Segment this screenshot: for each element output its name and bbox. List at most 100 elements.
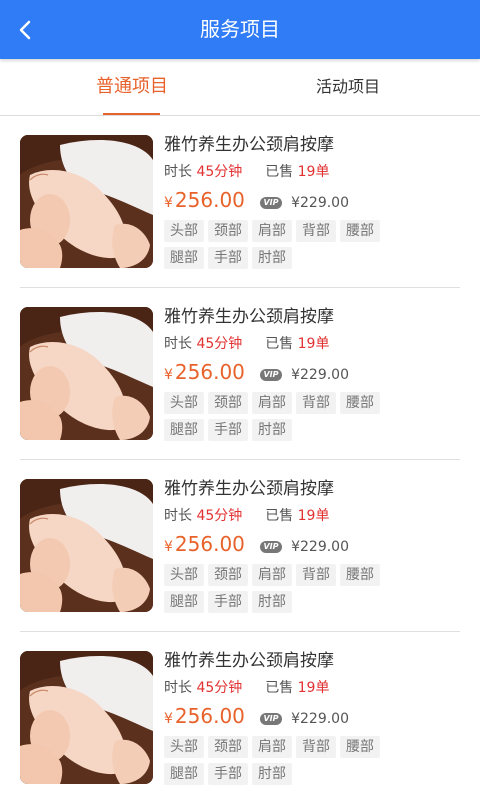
body-part-tag: 手部 bbox=[208, 763, 248, 785]
service-name: 雅竹养生办公颈肩按摩 bbox=[164, 135, 334, 155]
service-meta: 时长 45分钟 已售 19单 bbox=[164, 676, 460, 700]
service-card[interactable]: 雅竹养生办公颈肩按摩 时长 45分钟 已售 19单 ¥256.00 VIP ¥2… bbox=[20, 116, 460, 288]
service-info: 雅竹养生办公颈肩按摩 时长 45分钟 已售 19单 ¥256.00 VIP ¥2… bbox=[164, 304, 460, 446]
sold-count: 19单 bbox=[297, 164, 330, 180]
price-row: ¥256.00 VIP ¥229.00 bbox=[164, 186, 460, 214]
body-part-tags: 头部 颈部 肩部 背部 腰部腿部 手部 肘部 bbox=[164, 736, 424, 790]
body-part-tag: 颈部 bbox=[208, 736, 248, 758]
service-card[interactable]: 雅竹养生办公颈肩按摩 时长 45分钟 已售 19单 ¥256.00 VIP ¥2… bbox=[20, 288, 460, 460]
service-name: 雅竹养生办公颈肩按摩 bbox=[164, 479, 334, 499]
body-part-tag: 肩部 bbox=[252, 392, 292, 414]
duration-label: 时长 bbox=[164, 680, 192, 696]
body-part-tag: 背部 bbox=[296, 220, 336, 242]
service-meta: 时长 45分钟 已售 19单 bbox=[164, 332, 460, 356]
vip-price: ¥229.00 bbox=[291, 538, 349, 555]
service-meta: 时长 45分钟 已售 19单 bbox=[164, 160, 460, 184]
vip-badge: VIP bbox=[260, 368, 282, 381]
body-part-tag: 肘部 bbox=[252, 591, 292, 613]
duration-value: 45分钟 bbox=[196, 336, 243, 352]
vip-price: ¥229.00 bbox=[291, 710, 349, 727]
body-part-tag: 腿部 bbox=[164, 419, 204, 441]
body-part-tag: 背部 bbox=[296, 564, 336, 586]
sold-label: 已售 bbox=[265, 508, 294, 524]
sold-label: 已售 bbox=[265, 680, 294, 696]
currency-symbol: ¥ bbox=[164, 195, 173, 211]
service-list: 雅竹养生办公颈肩按摩 时长 45分钟 已售 19单 ¥256.00 VIP ¥2… bbox=[0, 116, 480, 803]
body-part-tag: 颈部 bbox=[208, 220, 248, 242]
body-part-tag: 腰部 bbox=[340, 564, 380, 586]
currency-symbol: ¥ bbox=[164, 367, 173, 383]
body-part-tag: 肘部 bbox=[252, 419, 292, 441]
vip-price: ¥229.00 bbox=[291, 194, 349, 211]
price-value: 256.00 bbox=[174, 704, 245, 728]
body-part-tag: 肘部 bbox=[252, 247, 292, 269]
body-part-tag: 颈部 bbox=[208, 392, 248, 414]
body-part-tag: 手部 bbox=[208, 591, 248, 613]
sold-count: 19单 bbox=[297, 508, 330, 524]
price: ¥256.00 bbox=[164, 188, 245, 212]
body-part-tag: 头部 bbox=[164, 736, 204, 758]
body-part-tag: 头部 bbox=[164, 220, 204, 242]
service-card[interactable]: 雅竹养生办公颈肩按摩 时长 45分钟 已售 19单 ¥256.00 VIP ¥2… bbox=[20, 632, 460, 803]
vip-badge: VIP bbox=[260, 196, 282, 209]
service-thumbnail bbox=[20, 135, 153, 268]
service-thumbnail bbox=[20, 307, 153, 440]
service-name: 雅竹养生办公颈肩按摩 bbox=[164, 651, 334, 671]
price-value: 256.00 bbox=[174, 188, 245, 212]
vip-price: ¥229.00 bbox=[291, 366, 349, 383]
body-part-tag: 手部 bbox=[208, 419, 248, 441]
body-part-tags: 头部 颈部 肩部 背部 腰部腿部 手部 肘部 bbox=[164, 392, 424, 446]
tab-bar: 普通项目 活动项目 bbox=[0, 59, 480, 116]
sold-label: 已售 bbox=[265, 336, 294, 352]
body-part-tag: 腿部 bbox=[164, 591, 204, 613]
service-info: 雅竹养生办公颈肩按摩 时长 45分钟 已售 19单 ¥256.00 VIP ¥2… bbox=[164, 132, 460, 274]
duration-value: 45分钟 bbox=[196, 508, 243, 524]
body-part-tag: 肩部 bbox=[252, 736, 292, 758]
service-card[interactable]: 雅竹养生办公颈肩按摩 时长 45分钟 已售 19单 ¥256.00 VIP ¥2… bbox=[20, 460, 460, 632]
body-part-tag: 腰部 bbox=[340, 736, 380, 758]
body-part-tag: 腰部 bbox=[340, 220, 380, 242]
body-part-tag: 颈部 bbox=[208, 564, 248, 586]
service-thumbnail bbox=[20, 479, 153, 612]
currency-symbol: ¥ bbox=[164, 711, 173, 727]
body-part-tag: 肩部 bbox=[252, 564, 292, 586]
body-part-tag: 背部 bbox=[296, 392, 336, 414]
service-name: 雅竹养生办公颈肩按摩 bbox=[164, 307, 334, 327]
sold-count: 19单 bbox=[297, 680, 330, 696]
duration-value: 45分钟 bbox=[196, 680, 243, 696]
service-info: 雅竹养生办公颈肩按摩 时长 45分钟 已售 19单 ¥256.00 VIP ¥2… bbox=[164, 648, 460, 790]
body-part-tag: 头部 bbox=[164, 564, 204, 586]
duration-label: 时长 bbox=[164, 164, 192, 180]
service-info: 雅竹养生办公颈肩按摩 时长 45分钟 已售 19单 ¥256.00 VIP ¥2… bbox=[164, 476, 460, 618]
sold-label: 已售 bbox=[265, 164, 294, 180]
body-part-tag: 手部 bbox=[208, 247, 248, 269]
active-tab-indicator bbox=[103, 113, 160, 115]
body-part-tags: 头部 颈部 肩部 背部 腰部腿部 手部 肘部 bbox=[164, 564, 424, 618]
service-meta: 时长 45分钟 已售 19单 bbox=[164, 504, 460, 528]
price-row: ¥256.00 VIP ¥229.00 bbox=[164, 702, 460, 730]
body-part-tags: 头部 颈部 肩部 背部 腰部腿部 手部 肘部 bbox=[164, 220, 424, 274]
body-part-tag: 肘部 bbox=[252, 763, 292, 785]
body-part-tag: 腰部 bbox=[340, 392, 380, 414]
currency-symbol: ¥ bbox=[164, 539, 173, 555]
sold-count: 19单 bbox=[297, 336, 330, 352]
app-header: 服务项目 bbox=[0, 0, 480, 59]
body-part-tag: 腿部 bbox=[164, 763, 204, 785]
body-part-tag: 肩部 bbox=[252, 220, 292, 242]
body-part-tag: 腿部 bbox=[164, 247, 204, 269]
duration-label: 时长 bbox=[164, 508, 192, 524]
body-part-tag: 背部 bbox=[296, 736, 336, 758]
price-row: ¥256.00 VIP ¥229.00 bbox=[164, 358, 460, 386]
price: ¥256.00 bbox=[164, 704, 245, 728]
vip-badge: VIP bbox=[260, 540, 282, 553]
service-thumbnail bbox=[20, 651, 153, 784]
tab-activity-services[interactable]: 活动项目 bbox=[288, 59, 408, 115]
duration-label: 时长 bbox=[164, 336, 192, 352]
tab-normal-services[interactable]: 普通项目 bbox=[72, 59, 192, 115]
vip-badge: VIP bbox=[260, 712, 282, 725]
price-row: ¥256.00 VIP ¥229.00 bbox=[164, 530, 460, 558]
price-value: 256.00 bbox=[174, 532, 245, 556]
body-part-tag: 头部 bbox=[164, 392, 204, 414]
price: ¥256.00 bbox=[164, 360, 245, 384]
price-value: 256.00 bbox=[174, 360, 245, 384]
